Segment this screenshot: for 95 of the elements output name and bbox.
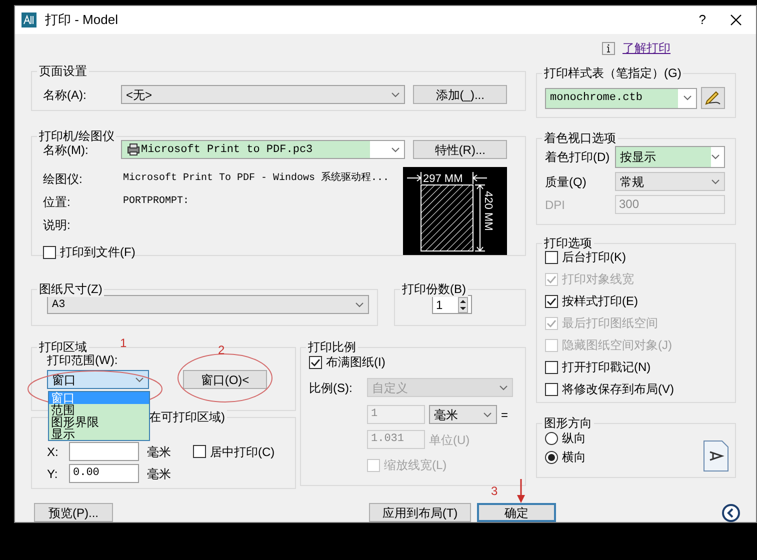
info-icon	[602, 42, 614, 54]
checkbox[interactable]	[43, 246, 56, 258]
dropdown-option[interactable]: 范围	[49, 404, 149, 416]
text-field[interactable]	[69, 442, 139, 461]
caret-icon	[391, 146, 400, 152]
add-button[interactable]: 添加(_)...	[413, 85, 507, 104]
properties-button[interactable]: 特性(R)...	[413, 140, 507, 159]
caret-icon	[135, 376, 144, 382]
checkbox-label: 隐藏图纸空间对象(J)	[562, 337, 672, 353]
checkbox[interactable]	[545, 250, 558, 264]
info-label: 位置:	[43, 194, 72, 210]
unit-label: 毫米	[147, 444, 171, 460]
dimension-label: 297 MM	[423, 173, 463, 185]
info-value: PORTPROMPT:	[123, 194, 190, 208]
text-field[interactable]: 0.00	[69, 464, 139, 483]
annotation-number: 3	[491, 483, 498, 499]
group-label: 图纸尺寸(Z)	[37, 281, 104, 297]
dropdown[interactable]: A3	[47, 295, 369, 314]
spin-field[interactable]: 1	[432, 295, 472, 314]
spinner-arrows-icon[interactable]	[458, 296, 468, 312]
checkbox-label: 将修改保存到布局(V)	[562, 381, 674, 397]
checkbox-label: 按样式打印(E)	[562, 293, 638, 309]
radio-label: 纵向	[562, 430, 586, 446]
app-icon	[21, 12, 37, 28]
checkbox-label: 后台打印(K)	[562, 249, 626, 265]
caret-icon	[483, 412, 492, 418]
learn-link[interactable]: 了解打印	[622, 40, 670, 56]
dropdown[interactable]: monochrome.ctb	[545, 88, 697, 108]
group-label: 着色视口选项	[542, 130, 618, 146]
group-label: 打印样式表（笔指定）(G)	[542, 65, 684, 81]
dropdown[interactable]: <无>	[121, 85, 406, 104]
checkbox-label: 打印对象线宽	[562, 271, 634, 287]
field-label: 质量(Q)	[545, 174, 588, 190]
annotation-number: 1	[120, 335, 127, 351]
equals-sign: =	[501, 406, 508, 422]
dropdown-option[interactable]: 显示	[49, 428, 149, 440]
dropdown[interactable]: 按显示	[615, 146, 725, 168]
group-label: 打印比例	[306, 339, 358, 355]
apply-button[interactable]: 应用到布局(T)	[369, 503, 471, 522]
group-label: 图形方向	[542, 415, 594, 431]
radio-button[interactable]	[545, 450, 558, 464]
caret-icon	[391, 92, 400, 98]
annotation-arrow	[517, 479, 525, 503]
annotation-number: 2	[218, 342, 225, 358]
hatched-sheet-drawing	[420, 184, 474, 252]
group-label: 在可打印区域)	[147, 409, 227, 425]
dimension-label: 420 MM	[482, 191, 494, 231]
radio-button[interactable]	[545, 432, 558, 444]
field-label: 比例(S):	[309, 380, 354, 396]
radio-label: 横向	[562, 449, 586, 465]
help-button[interactable]: ?	[698, 12, 706, 28]
unit-label: 毫米	[147, 466, 171, 482]
printer-icon	[126, 143, 142, 156]
checkbox[interactable]	[545, 382, 558, 396]
checkbox-label: 最后打印图纸空间	[562, 315, 658, 331]
window-title: 打印 - Model	[45, 12, 118, 28]
field-label: DPI	[545, 196, 566, 212]
field-label: 着色打印(D)	[545, 149, 611, 165]
dropdown[interactable]: Microsoft Print to PDF.pc3	[121, 140, 406, 159]
info-label: 说明:	[43, 216, 72, 232]
group-label: 页面设置	[37, 63, 89, 79]
dropdown[interactable]: 窗口	[47, 370, 149, 389]
preview-button[interactable]: 预览(P)...	[34, 503, 113, 522]
group-label: 打印机/绘图仪	[37, 128, 116, 144]
window-button[interactable]: 窗口(O)<	[183, 370, 267, 389]
page-orientation-icon	[703, 440, 729, 472]
pencil-icon[interactable]	[701, 87, 725, 109]
checkbox-label: 缩放线宽(L)	[384, 457, 447, 473]
checkbox[interactable]	[545, 294, 558, 308]
ok-button[interactable]: 确定	[477, 503, 556, 522]
group-label: 打印区域	[37, 339, 89, 355]
checkbox-label: 布满图纸(I)	[326, 354, 386, 370]
checkbox-label: 打印到文件(F)	[60, 244, 136, 260]
caret-icon	[711, 154, 720, 160]
dropdown-option[interactable]: 图形界限	[49, 416, 149, 428]
checkbox[interactable]	[545, 360, 558, 374]
checkbox[interactable]	[193, 445, 206, 458]
caret-icon	[711, 178, 720, 184]
caret-icon	[355, 302, 364, 308]
checkbox-label: 居中打印(C)	[210, 444, 275, 460]
field-label: 名称(A):	[43, 86, 88, 102]
close-icon[interactable]	[730, 14, 742, 26]
dropdown[interactable]: 常规	[615, 172, 725, 191]
checkbox-label: 打开打印戳记(N)	[562, 359, 651, 375]
info-label: 绘图仪:	[43, 170, 84, 186]
group-label: 打印份数(B)	[400, 281, 468, 297]
caret-icon	[499, 384, 508, 390]
field-label: X:	[47, 444, 60, 460]
caret-icon	[683, 95, 692, 101]
info-value: Microsoft Print To PDF - Windows 系统驱动程...	[123, 170, 390, 186]
unit-label: 单位(U)	[429, 432, 470, 448]
group-label: 打印选项	[542, 235, 594, 251]
field-label: 名称(M):	[43, 142, 90, 158]
expand-icon[interactable]	[722, 504, 740, 522]
field-label: Y:	[47, 466, 59, 482]
